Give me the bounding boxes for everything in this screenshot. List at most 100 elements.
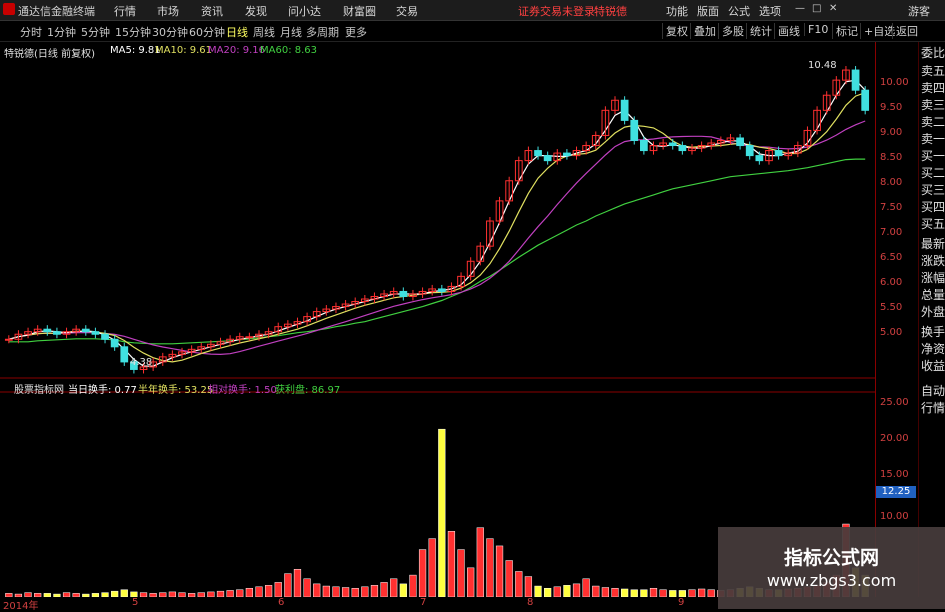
side-sell5[interactable]: 卖五: [921, 64, 945, 78]
menu-discover[interactable]: 发现: [245, 3, 267, 19]
side-sell4[interactable]: 卖四: [921, 81, 945, 95]
side-sell2[interactable]: 卖二: [921, 115, 945, 129]
side-earnings[interactable]: 收益: [921, 359, 945, 373]
vol-halfyear-turnover: 半年换手: 53.25: [138, 385, 214, 396]
watermark-title: 指标公式网: [783, 547, 879, 569]
x-month-label: 7: [420, 597, 427, 608]
candle-body: [110, 338, 119, 348]
side-sell3[interactable]: 卖三: [921, 98, 945, 112]
volume-bar: [159, 592, 167, 597]
candle-body: [630, 119, 639, 142]
tool-mark[interactable]: 标记: [832, 23, 858, 39]
volume-bar: [255, 586, 263, 597]
menu-news[interactable]: 资讯: [201, 3, 223, 19]
side-turnover[interactable]: 换手: [921, 325, 945, 339]
tool-overlay[interactable]: 叠加: [690, 23, 716, 39]
side-weibi[interactable]: 委比: [921, 46, 945, 60]
candle-body: [861, 89, 870, 111]
period-daily[interactable]: 日线: [226, 24, 248, 40]
side-latest[interactable]: 最新: [921, 237, 945, 251]
candle-body: [640, 140, 648, 152]
volume-bar: [553, 586, 561, 597]
price-tick: 8.00: [880, 177, 903, 188]
price-tick: 9.50: [880, 102, 903, 113]
x-month-label: 6: [278, 597, 285, 608]
menu-ask[interactable]: 问小达: [288, 3, 321, 19]
side-sell1[interactable]: 卖一: [921, 132, 945, 146]
minimize-icon[interactable]: —: [795, 4, 805, 14]
volume-bar: [361, 586, 369, 597]
menu-market[interactable]: 市场: [157, 3, 179, 19]
volume-bar: [322, 585, 330, 597]
period-30min[interactable]: 30分钟: [152, 24, 188, 40]
tool-stats[interactable]: 统计: [746, 23, 772, 39]
volume-bar: [188, 593, 196, 597]
tool-back[interactable]: 返回: [892, 23, 918, 39]
tool-f10[interactable]: F10: [804, 23, 828, 36]
side-buy5[interactable]: 买五: [921, 217, 945, 231]
price-tick: 5.00: [880, 327, 903, 338]
period-60min[interactable]: 60分钟: [189, 24, 225, 40]
side-buy3[interactable]: 买三: [921, 183, 945, 197]
candle-body: [4, 338, 13, 341]
menu-formula[interactable]: 公式: [728, 3, 750, 19]
tool-add-watchlist[interactable]: +自选: [860, 23, 895, 39]
tool-draw[interactable]: 画线: [774, 23, 800, 39]
tool-restore-rights[interactable]: 复权: [662, 23, 688, 39]
kline-chart[interactable]: [0, 42, 875, 597]
volume-bar: [659, 589, 667, 597]
close-icon[interactable]: ✕: [829, 4, 839, 14]
side-change-pct[interactable]: 涨幅: [921, 271, 945, 285]
vol-tick: 25.00: [880, 397, 909, 408]
menu-options[interactable]: 选项: [759, 3, 781, 19]
menu-layout[interactable]: 版面: [697, 3, 719, 19]
ma10-line: [8, 92, 866, 363]
period-more[interactable]: 更多: [345, 24, 367, 40]
tool-multi-stock[interactable]: 多股: [718, 23, 744, 39]
vol-relative-turnover: 相对换手: 1.50: [208, 385, 277, 396]
period-multi[interactable]: 多周期: [306, 24, 339, 40]
chart-area[interactable]: [0, 42, 876, 597]
period-5min[interactable]: 5分钟: [81, 24, 110, 40]
menu-quotes[interactable]: 行情: [114, 3, 136, 19]
menu-wealth[interactable]: 财富圈: [343, 3, 376, 19]
volume-bar: [62, 592, 71, 597]
side-net-assets[interactable]: 净资: [921, 342, 945, 356]
maximize-icon[interactable]: □: [812, 4, 822, 14]
trade-login-notice[interactable]: 证券交易未登录: [518, 3, 595, 19]
volume-bar: [418, 549, 427, 597]
period-timeshare[interactable]: 分时: [20, 24, 42, 40]
period-weekly[interactable]: 周线: [253, 24, 275, 40]
volume-bar: [72, 593, 80, 597]
period-monthly[interactable]: 月线: [280, 24, 302, 40]
x-month-label: 8: [527, 597, 534, 608]
candle-body: [678, 145, 687, 152]
volume-bar: [313, 583, 321, 597]
period-15min[interactable]: 15分钟: [115, 24, 151, 40]
volume-bar: [649, 587, 658, 597]
side-quotes[interactable]: 行情: [921, 401, 945, 415]
watermark-banner: 指标公式网 www.zbgs3.com: [718, 527, 945, 609]
volume-bar: [43, 593, 51, 597]
price-tick: 6.00: [880, 277, 903, 288]
volume-bar: [149, 593, 157, 597]
menu-trade[interactable]: 交易: [396, 3, 418, 19]
side-buy4[interactable]: 买四: [921, 200, 945, 214]
side-change[interactable]: 涨跌: [921, 254, 945, 268]
volume-bar: [707, 589, 715, 597]
side-buy2[interactable]: 买二: [921, 166, 945, 180]
side-outer-volume[interactable]: 外盘: [921, 305, 945, 319]
candle-body: [534, 150, 542, 157]
side-total-volume[interactable]: 总量: [921, 288, 945, 302]
current-volume-badge: 12.25: [876, 486, 916, 498]
guest-label[interactable]: 游客: [908, 3, 930, 19]
period-1min[interactable]: 1分钟: [47, 24, 76, 40]
candle-body: [745, 145, 754, 157]
volume-bar: [303, 578, 311, 597]
side-auto[interactable]: 自动: [921, 384, 945, 398]
volume-bar: [428, 538, 436, 597]
side-buy1[interactable]: 买一: [921, 149, 945, 163]
menu-function[interactable]: 功能: [666, 3, 688, 19]
volume-bar: [447, 531, 456, 597]
volume-bar: [697, 588, 706, 597]
